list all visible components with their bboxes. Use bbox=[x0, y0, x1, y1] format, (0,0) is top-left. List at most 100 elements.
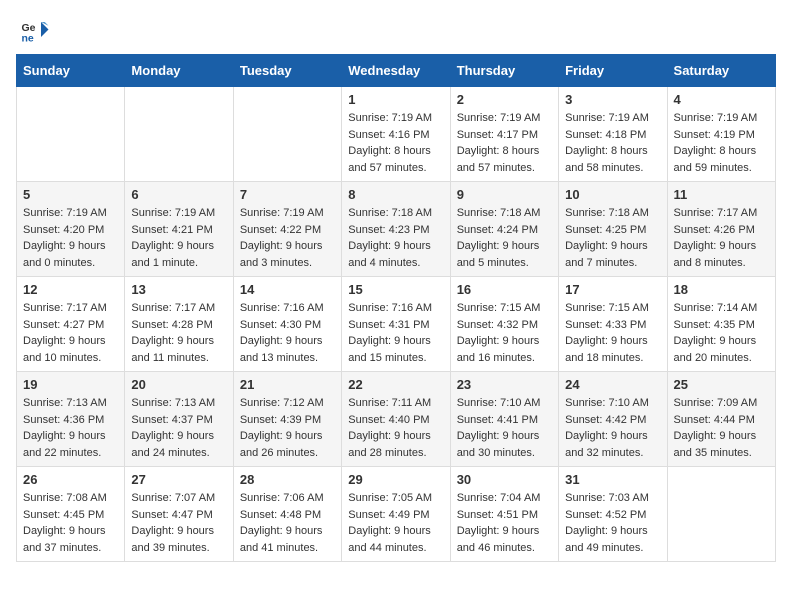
calendar-cell: 28 Sunrise: 7:06 AM Sunset: 4:48 PM Dayli… bbox=[233, 467, 341, 562]
day-detail: Sunrise: 7:16 AM Sunset: 4:31 PM Dayligh… bbox=[348, 300, 443, 366]
day-number: 18 bbox=[674, 282, 769, 297]
day-number: 28 bbox=[240, 472, 335, 487]
day-number: 20 bbox=[131, 377, 226, 392]
day-number: 10 bbox=[565, 187, 660, 202]
day-number: 23 bbox=[457, 377, 552, 392]
calendar-cell: 21Sunrise: 7:12 AM Sunset: 4:39 PM Dayli… bbox=[233, 372, 341, 467]
calendar-cell: 17 Sunrise: 7:15 AM Sunset: 4:33 PM Dayli… bbox=[559, 277, 667, 372]
day-number: 22 bbox=[348, 377, 443, 392]
calendar-week-row: 12 Sunrise: 7:17 AM Sunset: 4:27 PM Dayli… bbox=[17, 277, 776, 372]
day-number: 12 bbox=[23, 282, 118, 297]
day-detail: Sunrise: 7:18 AM Sunset: 4:24 PM Dayligh… bbox=[457, 205, 552, 271]
calendar-cell: 24 Sunrise: 7:10 AM Sunset: 4:42 PM Dayli… bbox=[559, 372, 667, 467]
day-detail: Sunrise: 7:18 AM Sunset: 4:23 PM Dayligh… bbox=[348, 205, 443, 271]
day-detail: Sunrise: 7:06 AM Sunset: 4:48 PM Dayligh… bbox=[240, 490, 335, 556]
calendar-cell: 29 Sunrise: 7:05 AM Sunset: 4:49 PM Dayli… bbox=[342, 467, 450, 562]
calendar-cell: 3 Sunrise: 7:19 AM Sunset: 4:18 PM Daylig… bbox=[559, 87, 667, 182]
calendar-week-row: 5 Sunrise: 7:19 AM Sunset: 4:20 PM Daylig… bbox=[17, 182, 776, 277]
day-detail: Sunrise: 7:07 AM Sunset: 4:47 PM Dayligh… bbox=[131, 490, 226, 556]
calendar-cell: 27 Sunrise: 7:07 AM Sunset: 4:47 PM Dayli… bbox=[125, 467, 233, 562]
calendar-cell: 9 Sunrise: 7:18 AM Sunset: 4:24 PM Daylig… bbox=[450, 182, 558, 277]
day-number: 11 bbox=[674, 187, 769, 202]
day-number: 27 bbox=[131, 472, 226, 487]
calendar-cell: 30 Sunrise: 7:04 AM Sunset: 4:51 PM Dayli… bbox=[450, 467, 558, 562]
day-number: 8 bbox=[348, 187, 443, 202]
day-number: 1 bbox=[348, 92, 443, 107]
calendar-cell bbox=[233, 87, 341, 182]
day-number: 3 bbox=[565, 92, 660, 107]
day-number: 5 bbox=[23, 187, 118, 202]
calendar-cell: 4 Sunrise: 7:19 AM Sunset: 4:19 PM Daylig… bbox=[667, 87, 775, 182]
day-detail: Sunrise: 7:19 AM Sunset: 4:22 PM Dayligh… bbox=[240, 205, 335, 271]
day-number: 29 bbox=[348, 472, 443, 487]
logo: Ge ne bbox=[20, 16, 54, 46]
day-detail: Sunrise: 7:15 AM Sunset: 4:33 PM Dayligh… bbox=[565, 300, 660, 366]
day-detail: Sunrise: 7:19 AM Sunset: 4:20 PM Dayligh… bbox=[23, 205, 118, 271]
day-number: 2 bbox=[457, 92, 552, 107]
calendar-cell: 26Sunrise: 7:08 AM Sunset: 4:45 PM Dayli… bbox=[17, 467, 125, 562]
day-detail: Sunrise: 7:10 AM Sunset: 4:42 PM Dayligh… bbox=[565, 395, 660, 461]
calendar-cell: 31 Sunrise: 7:03 AM Sunset: 4:52 PM Dayli… bbox=[559, 467, 667, 562]
day-number: 30 bbox=[457, 472, 552, 487]
calendar-cell bbox=[125, 87, 233, 182]
day-detail: Sunrise: 7:05 AM Sunset: 4:49 PM Dayligh… bbox=[348, 490, 443, 556]
day-number: 24 bbox=[565, 377, 660, 392]
day-number: 4 bbox=[674, 92, 769, 107]
day-detail: Sunrise: 7:13 AM Sunset: 4:36 PM Dayligh… bbox=[23, 395, 118, 461]
calendar-cell: 14Sunrise: 7:16 AM Sunset: 4:30 PM Dayli… bbox=[233, 277, 341, 372]
day-detail: Sunrise: 7:18 AM Sunset: 4:25 PM Dayligh… bbox=[565, 205, 660, 271]
day-detail: Sunrise: 7:19 AM Sunset: 4:19 PM Dayligh… bbox=[674, 110, 769, 176]
calendar-week-row: 1Sunrise: 7:19 AM Sunset: 4:16 PM Daylig… bbox=[17, 87, 776, 182]
day-number: 17 bbox=[565, 282, 660, 297]
calendar-cell: 10 Sunrise: 7:18 AM Sunset: 4:25 PM Dayli… bbox=[559, 182, 667, 277]
day-detail: Sunrise: 7:17 AM Sunset: 4:27 PM Dayligh… bbox=[23, 300, 118, 366]
day-number: 31 bbox=[565, 472, 660, 487]
calendar-cell: 19 Sunrise: 7:13 AM Sunset: 4:36 PM Dayli… bbox=[17, 372, 125, 467]
day-detail: Sunrise: 7:13 AM Sunset: 4:37 PM Dayligh… bbox=[131, 395, 226, 461]
day-detail: Sunrise: 7:19 AM Sunset: 4:18 PM Dayligh… bbox=[565, 110, 660, 176]
day-number: 19 bbox=[23, 377, 118, 392]
day-detail: Sunrise: 7:12 AM Sunset: 4:39 PM Dayligh… bbox=[240, 395, 335, 461]
day-detail: Sunrise: 7:15 AM Sunset: 4:32 PM Dayligh… bbox=[457, 300, 552, 366]
calendar-cell: 23 Sunrise: 7:10 AM Sunset: 4:41 PM Dayli… bbox=[450, 372, 558, 467]
day-number: 13 bbox=[131, 282, 226, 297]
calendar-cell: 1Sunrise: 7:19 AM Sunset: 4:16 PM Daylig… bbox=[342, 87, 450, 182]
weekday-header-row: SundayMondayTuesdayWednesdayThursdayFrid… bbox=[17, 55, 776, 87]
calendar-cell: 7 Sunrise: 7:19 AM Sunset: 4:22 PM Daylig… bbox=[233, 182, 341, 277]
day-detail: Sunrise: 7:04 AM Sunset: 4:51 PM Dayligh… bbox=[457, 490, 552, 556]
day-detail: Sunrise: 7:11 AM Sunset: 4:40 PM Dayligh… bbox=[348, 395, 443, 461]
page-header: Ge ne bbox=[0, 0, 792, 54]
weekday-header-wednesday: Wednesday bbox=[342, 55, 450, 87]
calendar-cell: 25 Sunrise: 7:09 AM Sunset: 4:44 PM Dayli… bbox=[667, 372, 775, 467]
calendar-cell: 8 Sunrise: 7:18 AM Sunset: 4:23 PM Daylig… bbox=[342, 182, 450, 277]
calendar-cell: 20 Sunrise: 7:13 AM Sunset: 4:37 PM Dayli… bbox=[125, 372, 233, 467]
day-number: 15 bbox=[348, 282, 443, 297]
day-detail: Sunrise: 7:10 AM Sunset: 4:41 PM Dayligh… bbox=[457, 395, 552, 461]
calendar-cell: 15 Sunrise: 7:16 AM Sunset: 4:31 PM Dayli… bbox=[342, 277, 450, 372]
weekday-header-thursday: Thursday bbox=[450, 55, 558, 87]
calendar-cell: 18 Sunrise: 7:14 AM Sunset: 4:35 PM Dayli… bbox=[667, 277, 775, 372]
day-detail: Sunrise: 7:16 AM Sunset: 4:30 PM Dayligh… bbox=[240, 300, 335, 366]
day-detail: Sunrise: 7:03 AM Sunset: 4:52 PM Dayligh… bbox=[565, 490, 660, 556]
weekday-header-friday: Friday bbox=[559, 55, 667, 87]
calendar-cell bbox=[667, 467, 775, 562]
calendar-cell: 13Sunrise: 7:17 AM Sunset: 4:28 PM Dayli… bbox=[125, 277, 233, 372]
day-detail: Sunrise: 7:19 AM Sunset: 4:21 PM Dayligh… bbox=[131, 205, 226, 271]
day-detail: Sunrise: 7:09 AM Sunset: 4:44 PM Dayligh… bbox=[674, 395, 769, 461]
calendar-cell: 16 Sunrise: 7:15 AM Sunset: 4:32 PM Dayli… bbox=[450, 277, 558, 372]
day-number: 25 bbox=[674, 377, 769, 392]
day-number: 9 bbox=[457, 187, 552, 202]
day-detail: Sunrise: 7:19 AM Sunset: 4:17 PM Dayligh… bbox=[457, 110, 552, 176]
calendar-cell: 11 Sunrise: 7:17 AM Sunset: 4:26 PM Dayli… bbox=[667, 182, 775, 277]
weekday-header-tuesday: Tuesday bbox=[233, 55, 341, 87]
logo-icon: Ge ne bbox=[20, 16, 50, 46]
weekday-header-saturday: Saturday bbox=[667, 55, 775, 87]
day-number: 16 bbox=[457, 282, 552, 297]
calendar-container: SundayMondayTuesdayWednesdayThursdayFrid… bbox=[0, 54, 792, 578]
day-detail: Sunrise: 7:17 AM Sunset: 4:26 PM Dayligh… bbox=[674, 205, 769, 271]
calendar-cell: 2 Sunrise: 7:19 AM Sunset: 4:17 PM Daylig… bbox=[450, 87, 558, 182]
day-detail: Sunrise: 7:14 AM Sunset: 4:35 PM Dayligh… bbox=[674, 300, 769, 366]
day-number: 7 bbox=[240, 187, 335, 202]
day-number: 6 bbox=[131, 187, 226, 202]
calendar-cell: 5 Sunrise: 7:19 AM Sunset: 4:20 PM Daylig… bbox=[17, 182, 125, 277]
